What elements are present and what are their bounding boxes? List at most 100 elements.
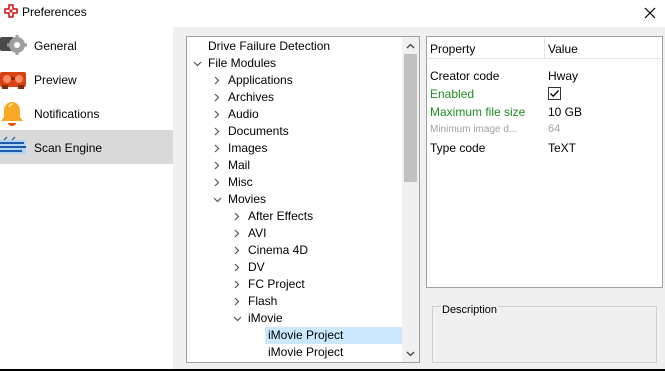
property-value[interactable]: TeXT — [548, 141, 576, 155]
chevron-right-icon[interactable] — [231, 276, 243, 293]
property-name: Minimum image d... — [430, 124, 518, 135]
chevron-right-icon[interactable] — [231, 242, 243, 259]
close-button[interactable] — [635, 0, 665, 26]
property-value[interactable]: Hway — [548, 69, 578, 83]
property-row-type-code[interactable]: Type code TeXT — [427, 139, 662, 157]
chevron-right-icon[interactable] — [231, 225, 243, 242]
chevron-right-icon[interactable] — [231, 293, 243, 310]
property-grid: Property Value Creator code Hway Enabled… — [426, 36, 663, 288]
tree-item-label: Movies — [228, 192, 267, 206]
sidebar-item-general[interactable]: General — [0, 28, 173, 62]
bell-icon — [0, 99, 28, 127]
chevron-right-icon[interactable] — [231, 208, 243, 225]
tree-item-label: Archives — [228, 90, 275, 104]
property-name: Maximum file size — [430, 105, 526, 119]
tree-item[interactable]: Audio — [187, 106, 403, 123]
property-column-header[interactable]: Property — [430, 42, 475, 56]
property-grid-header: Property Value — [427, 37, 662, 59]
tree-item[interactable]: Archives — [187, 89, 403, 106]
tree-item-label: Applications — [228, 73, 293, 87]
file-module-tree[interactable]: Drive Failure Detection File Modules Appli… — [186, 36, 420, 363]
sidebar-item-label: General — [34, 39, 77, 53]
app-icon — [3, 4, 19, 20]
sidebar: General Preview Notifications Scan Engin… — [0, 27, 173, 371]
checkmark-icon — [550, 90, 559, 98]
preview-icon — [0, 65, 28, 93]
tree-item[interactable]: FC Project — [187, 276, 403, 293]
chevron-down-icon[interactable] — [211, 191, 223, 208]
property-name: Creator code — [430, 69, 500, 83]
tree-item-label: FC Project — [248, 277, 305, 291]
property-row-minimum-image-dimension: Minimum image d... 64 — [427, 121, 662, 139]
value-column-header[interactable]: Value — [548, 42, 578, 56]
tree-item[interactable]: File Modules — [187, 55, 403, 72]
tree-item[interactable]: Mail — [187, 157, 403, 174]
tree-item-label: Cinema 4D — [248, 243, 309, 257]
sidebar-item-scan-engine[interactable]: Scan Engine — [0, 130, 173, 164]
tree-item[interactable]: Documents — [187, 123, 403, 140]
sidebar-item-label: Notifications — [34, 107, 100, 121]
tree-item-label: Flash — [248, 294, 278, 308]
scan-engine-icon — [0, 133, 28, 161]
tree-item[interactable]: iMovie — [187, 310, 403, 327]
chevron-up-icon — [406, 43, 415, 48]
scroll-up-button[interactable] — [402, 37, 419, 54]
tree-scrollbar[interactable] — [402, 37, 419, 362]
chevron-right-icon[interactable] — [211, 140, 223, 157]
tree-item-label: After Effects — [248, 209, 314, 223]
sidebar-item-preview[interactable]: Preview — [0, 62, 173, 96]
tree-item-label: Documents — [228, 124, 289, 138]
sidebar-item-notifications[interactable]: Notifications — [0, 96, 173, 130]
tree-item[interactable]: Drive Failure Detection — [187, 38, 403, 55]
tree-item-label: Misc — [228, 175, 253, 189]
tree-item[interactable]: iMovie Project — [265, 327, 403, 344]
chevron-right-icon[interactable] — [211, 72, 223, 89]
chevron-down-icon — [406, 351, 415, 356]
tree-item[interactable]: Applications — [187, 72, 403, 89]
chevron-right-icon[interactable] — [211, 174, 223, 191]
tree-item-label: AVI — [248, 226, 267, 240]
chevron-down-icon[interactable] — [191, 55, 203, 72]
tree-item[interactable]: Cinema 4D — [187, 242, 403, 259]
tree-item-label: Audio — [228, 107, 259, 121]
property-name: Type code — [430, 141, 486, 155]
chevron-right-icon[interactable] — [211, 106, 223, 123]
tree-item-label: iMovie Project — [268, 345, 344, 359]
chevron-right-icon[interactable] — [211, 89, 223, 106]
gear-icon — [0, 31, 28, 59]
sidebar-item-label: Preview — [34, 73, 77, 87]
description-box: Description — [432, 304, 657, 363]
property-value[interactable]: 10 GB — [548, 105, 582, 119]
tree-item[interactable]: After Effects — [187, 208, 403, 225]
tree-item[interactable]: AVI — [187, 225, 403, 242]
chevron-right-icon[interactable] — [211, 123, 223, 140]
tree-item[interactable]: Images — [187, 140, 403, 157]
scroll-thumb[interactable] — [404, 54, 417, 182]
property-row-creator-code[interactable]: Creator code Hway — [427, 67, 662, 85]
tree-item[interactable]: Flash — [187, 293, 403, 310]
enabled-checkbox[interactable] — [548, 87, 561, 100]
tree-item-label: iMovie Project — [268, 328, 344, 342]
property-row-maximum-file-size[interactable]: Maximum file size 10 GB — [427, 103, 662, 121]
column-divider[interactable] — [544, 37, 545, 59]
chevron-right-icon[interactable] — [211, 157, 223, 174]
window-title: Preferences — [22, 5, 87, 19]
tree-item[interactable]: Misc — [187, 174, 403, 191]
tree-item[interactable]: DV — [187, 259, 403, 276]
sidebar-item-label: Scan Engine — [34, 141, 103, 155]
chevron-down-icon[interactable] — [231, 310, 243, 327]
tree-item-label: Images — [228, 141, 268, 155]
tree-item-label: File Modules — [208, 56, 277, 70]
scan-engine-panel: Drive Failure Detection File Modules Appli… — [173, 27, 665, 369]
chevron-right-icon[interactable] — [231, 259, 243, 276]
property-name: Enabled — [430, 87, 475, 101]
tree-item[interactable]: Movies — [187, 191, 403, 208]
tree-item-label: Mail — [228, 158, 251, 172]
scroll-down-button[interactable] — [402, 345, 419, 362]
tree-item[interactable]: iMovie Project — [187, 344, 403, 361]
property-row-enabled[interactable]: Enabled — [427, 85, 662, 103]
description-label: Description — [441, 304, 499, 316]
tree-item-label: DV — [248, 260, 265, 274]
tree-item-label: iMovie — [248, 311, 283, 325]
close-icon — [644, 7, 656, 19]
